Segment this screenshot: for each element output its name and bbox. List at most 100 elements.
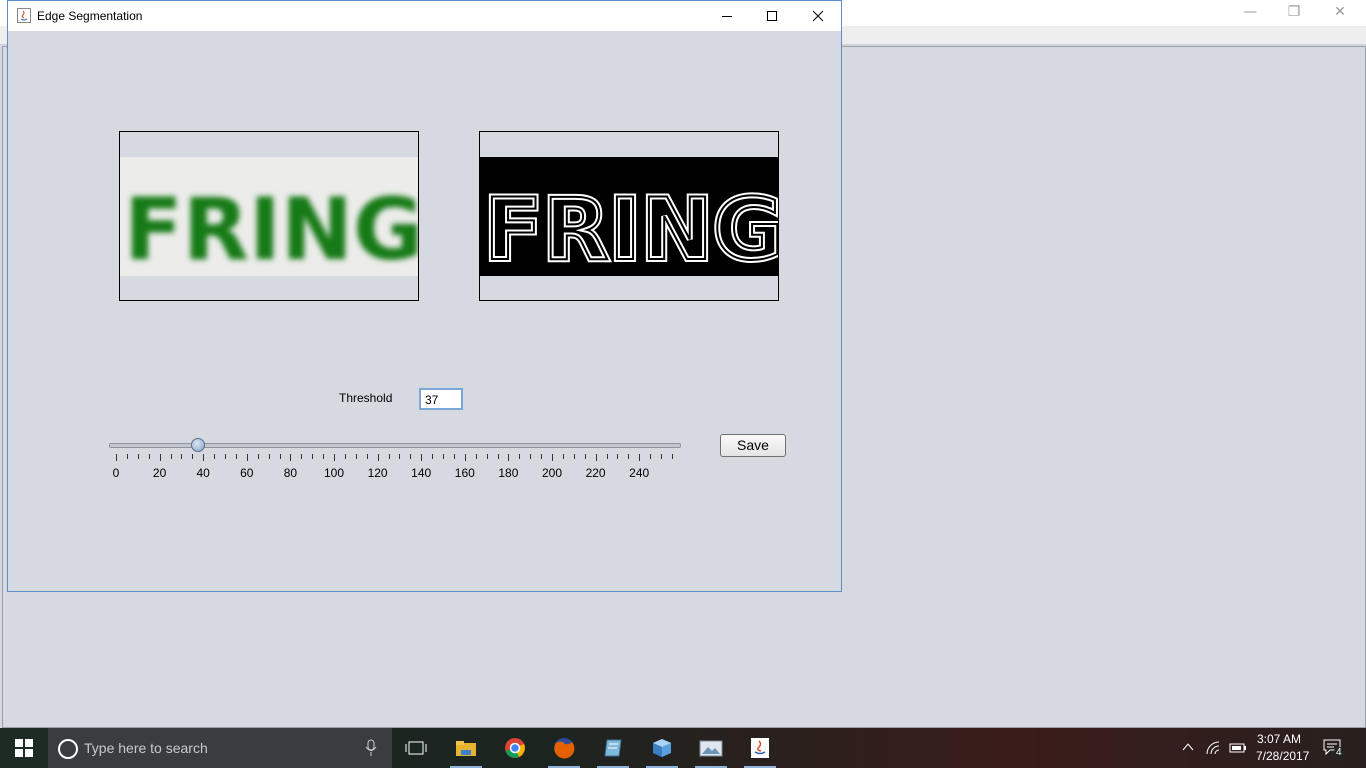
slider-tick bbox=[453, 454, 455, 459]
titlebar: Edge Segmentation bbox=[8, 1, 841, 31]
slider-tick bbox=[268, 454, 270, 459]
slider-tick bbox=[181, 454, 183, 459]
slider-tick bbox=[116, 454, 117, 461]
window-title: Edge Segmentation bbox=[37, 9, 143, 23]
taskbar: Type here to search 3:07 AM 7/28/2017 4 bbox=[0, 728, 1366, 768]
slider-tick-label: 240 bbox=[629, 466, 650, 480]
threshold-input[interactable]: 37 bbox=[419, 388, 463, 410]
slider-tick bbox=[170, 454, 172, 459]
slider-tick-label: 120 bbox=[367, 466, 388, 480]
maximize-button[interactable] bbox=[749, 1, 795, 31]
slider-tick bbox=[203, 454, 205, 461]
java-taskbar-icon[interactable] bbox=[740, 732, 780, 768]
slider-tick-label: 160 bbox=[454, 466, 475, 480]
minimize-button[interactable] bbox=[704, 1, 750, 31]
slider-tick bbox=[606, 454, 608, 459]
slider-tick bbox=[573, 454, 575, 459]
chrome-icon[interactable] bbox=[495, 732, 535, 764]
java-icon bbox=[17, 8, 31, 23]
action-center-button[interactable]: 4 bbox=[1323, 739, 1345, 759]
original-image-panel: FRING bbox=[119, 131, 419, 301]
slider-tick bbox=[377, 454, 379, 461]
threshold-slider[interactable]: 0 20 40 60 80 100 120 140 160 180 200 220 240 bbox=[108, 435, 683, 485]
notification-count: 4 bbox=[1334, 747, 1344, 758]
edge-segmentation-window: Edge Segmentation FRING FRING FRING Thre… bbox=[7, 0, 842, 592]
slider-tick bbox=[508, 454, 510, 461]
background-minimize-icon[interactable]: — bbox=[1228, 2, 1272, 22]
wifi-icon[interactable] bbox=[1206, 741, 1222, 755]
slider-tick bbox=[475, 454, 477, 459]
cube-app-icon[interactable] bbox=[642, 732, 682, 768]
close-button[interactable] bbox=[795, 1, 841, 31]
slider-tick-label: 200 bbox=[541, 466, 563, 480]
slider-tick bbox=[671, 454, 673, 459]
chevron-up-icon[interactable] bbox=[1182, 742, 1194, 752]
minimize-icon bbox=[722, 16, 732, 17]
slider-tick-label: 20 bbox=[152, 466, 167, 480]
close-icon bbox=[812, 10, 824, 22]
search-box[interactable]: Type here to search bbox=[48, 728, 392, 768]
save-button[interactable]: Save bbox=[720, 434, 786, 457]
slider-tick bbox=[366, 454, 368, 459]
slider-tick bbox=[661, 454, 662, 459]
slider-tick bbox=[344, 454, 346, 459]
slider-tick bbox=[497, 454, 499, 459]
file-explorer-icon[interactable] bbox=[446, 732, 486, 768]
slider-tick bbox=[323, 454, 325, 459]
battery-icon[interactable] bbox=[1229, 742, 1247, 754]
slider-tick bbox=[126, 454, 128, 459]
slider-tick-label: 80 bbox=[283, 466, 298, 480]
task-view-icon[interactable] bbox=[396, 732, 436, 764]
slider-tick-label: 140 bbox=[411, 466, 432, 480]
threshold-label: Threshold bbox=[339, 391, 393, 405]
slider-tick bbox=[552, 454, 553, 461]
slider-tick bbox=[246, 454, 248, 461]
clock-date[interactable]: 7/28/2017 bbox=[1256, 749, 1309, 763]
windows-icon bbox=[15, 739, 33, 757]
slider-tick bbox=[301, 454, 303, 459]
slider-tick bbox=[530, 454, 532, 459]
slider-tick bbox=[432, 454, 434, 459]
slider-tick bbox=[628, 454, 630, 459]
slider-tick bbox=[650, 454, 652, 459]
slider-tick bbox=[584, 454, 586, 459]
slider-tick-label: 0 bbox=[112, 466, 120, 480]
slider-tick-label: 180 bbox=[498, 466, 519, 480]
slider-tick bbox=[519, 454, 521, 459]
edge-image-panel: FRING FRING bbox=[479, 131, 779, 301]
cortana-icon bbox=[58, 739, 78, 759]
slider-tick bbox=[148, 454, 150, 459]
slider-tick-label: 100 bbox=[323, 466, 345, 480]
slider-tick bbox=[192, 454, 194, 459]
slider-tick-label: 220 bbox=[585, 466, 606, 480]
slider-tick bbox=[541, 454, 543, 459]
start-button[interactable] bbox=[0, 728, 48, 768]
background-restore-icon[interactable]: ❐ bbox=[1272, 2, 1316, 22]
slider-tick bbox=[159, 454, 161, 461]
slider-tick bbox=[399, 454, 401, 459]
slider-tick bbox=[235, 454, 237, 459]
slider-tick bbox=[421, 454, 423, 461]
microphone-icon[interactable] bbox=[364, 739, 378, 757]
slider-tick bbox=[486, 454, 488, 459]
slider-tick bbox=[225, 454, 226, 459]
slider-tick bbox=[279, 454, 281, 459]
slider-tick bbox=[312, 454, 314, 459]
original-image: FRING bbox=[120, 157, 418, 280]
slider-tick bbox=[443, 454, 444, 459]
slider-tick bbox=[595, 454, 597, 461]
image-viewer-icon[interactable] bbox=[691, 732, 731, 768]
slider-tick bbox=[617, 454, 619, 459]
clock-time[interactable]: 3:07 AM bbox=[1257, 732, 1301, 746]
slider-tick bbox=[562, 454, 564, 459]
slider-thumb[interactable] bbox=[190, 438, 205, 452]
background-close-icon[interactable]: ✕ bbox=[1318, 2, 1362, 22]
slider-tick bbox=[137, 454, 139, 459]
search-placeholder: Type here to search bbox=[84, 740, 208, 756]
slider-tick bbox=[464, 454, 466, 461]
slider-tick bbox=[214, 454, 216, 459]
slider-tick bbox=[257, 454, 259, 459]
edge-image: FRING FRING bbox=[480, 157, 778, 283]
firefox-icon[interactable] bbox=[544, 732, 584, 768]
notepad-icon[interactable] bbox=[593, 732, 633, 768]
